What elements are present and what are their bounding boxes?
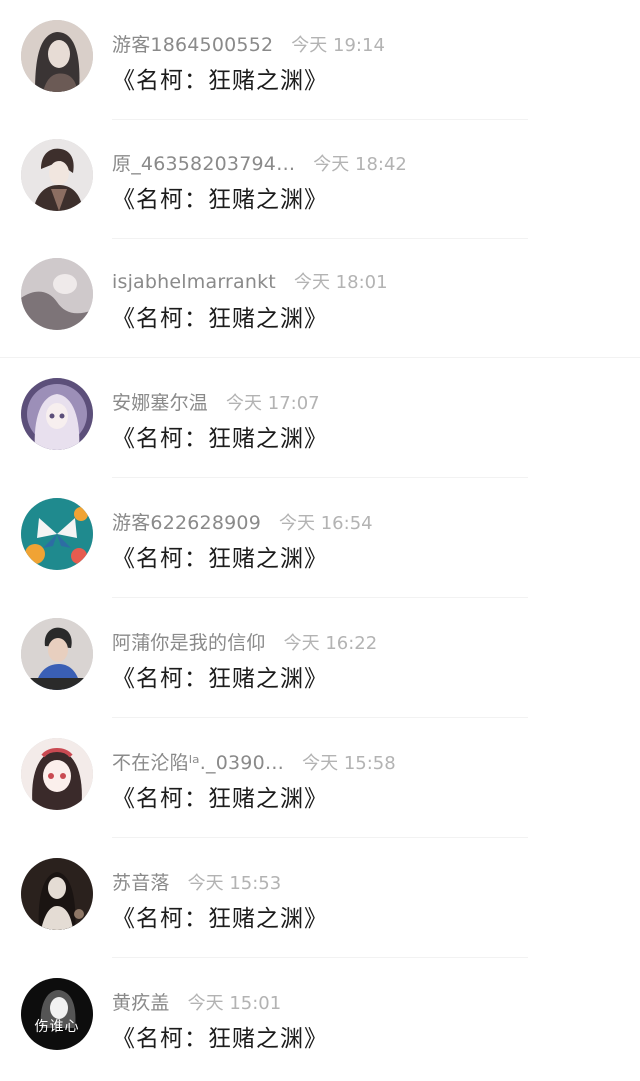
bw-portrait-icon <box>21 978 93 1050</box>
comment-text: 《名柯：狂赌之渊》 <box>112 1026 328 1052</box>
avatar[interactable] <box>21 618 93 690</box>
comment-text: 《名柯：狂赌之渊》 <box>112 426 328 452</box>
username[interactable]: 安娜塞尔温 <box>112 388 208 415</box>
username[interactable]: 不在沦陷ˡᵃ._0390… <box>112 748 284 775</box>
comment-text: 《名柯：狂赌之渊》 <box>112 68 328 94</box>
timestamp: 今天 16:54 <box>279 513 373 534</box>
timestamp: 今天 18:01 <box>293 272 388 293</box>
girl-dark-icon <box>21 858 93 930</box>
username[interactable]: 原_46358203794… <box>112 149 295 176</box>
comment-row[interactable]: 苏音落 今天 15:53 《名柯：狂赌之渊》 <box>0 841 640 961</box>
avatar[interactable] <box>21 738 93 810</box>
anime-girl-icon <box>21 378 93 450</box>
comment-row[interactable]: 伤谁心 黄疚盖 今天 15:01 《名柯：狂赌之渊》 <box>0 961 640 1081</box>
divider <box>112 119 528 120</box>
avatar[interactable] <box>21 498 93 570</box>
comment-meta: 原_46358203794… 今天 18:42 <box>112 149 407 175</box>
divider <box>112 717 528 718</box>
timestamp: 今天 15:58 <box>302 753 396 774</box>
comment-list: 游客1864500552 今天 19:14 《名柯：狂赌之渊》 原_463582… <box>0 0 640 1063</box>
comment-row[interactable]: isjabhelmarrankt 今天 18:01 《名柯：狂赌之渊》 <box>0 241 640 361</box>
comment-text: 《名柯：狂赌之渊》 <box>112 306 328 332</box>
timestamp: 今天 19:14 <box>291 35 385 56</box>
divider <box>112 597 528 598</box>
comment-row[interactable]: 原_46358203794… 今天 18:42 《名柯：狂赌之渊》 <box>0 122 640 242</box>
comment-text: 《名柯：狂赌之渊》 <box>112 786 328 812</box>
comment-text: 《名柯：狂赌之渊》 <box>112 546 328 572</box>
man-photo-icon <box>21 618 93 690</box>
comment-row[interactable]: 游客1864500552 今天 19:14 《名柯：狂赌之渊》 <box>0 3 640 123</box>
divider <box>112 837 528 838</box>
timestamp: 今天 15:53 <box>187 873 282 894</box>
comment-meta: 不在沦陷ˡᵃ._0390… 今天 15:58 <box>112 748 396 774</box>
comment-meta: 游客1864500552 今天 19:14 <box>112 30 385 56</box>
username[interactable]: 游客1864500552 <box>112 30 273 57</box>
timestamp: 今天 15:01 <box>187 993 282 1014</box>
username[interactable]: 苏音落 <box>112 868 170 895</box>
comment-row[interactable]: 不在沦陷ˡᵃ._0390… 今天 15:58 《名柯：狂赌之渊》 <box>0 721 640 841</box>
avatar[interactable] <box>21 20 93 92</box>
avatar[interactable] <box>21 378 93 450</box>
comment-row[interactable]: 安娜塞尔温 今天 17:07 《名柯：狂赌之渊》 <box>0 361 640 481</box>
grey-figure-icon <box>21 258 93 330</box>
username[interactable]: 游客622628909 <box>112 508 261 535</box>
divider <box>112 477 528 478</box>
divider <box>112 957 528 958</box>
timestamp: 今天 17:07 <box>226 393 320 414</box>
comment-meta: 黄疚盖 今天 15:01 <box>112 988 281 1014</box>
anime-girl-red-icon <box>21 738 93 810</box>
avatar[interactable] <box>21 139 93 211</box>
anime-man-icon <box>21 139 93 211</box>
divider <box>0 357 640 358</box>
username[interactable]: 阿蒲你是我的信仰 <box>112 628 266 655</box>
username[interactable]: isjabhelmarrankt <box>112 271 276 293</box>
comment-text: 《名柯：狂赌之渊》 <box>112 906 328 932</box>
comment-row[interactable]: 阿蒲你是我的信仰 今天 16:22 《名柯：狂赌之渊》 <box>0 601 640 721</box>
avatar[interactable]: 伤谁心 <box>21 978 93 1050</box>
avatar[interactable] <box>21 258 93 330</box>
comment-text: 《名柯：狂赌之渊》 <box>112 187 328 213</box>
comment-meta: isjabhelmarrankt 今天 18:01 <box>112 268 388 294</box>
timestamp: 今天 16:22 <box>283 633 378 654</box>
timestamp: 今天 18:42 <box>313 154 407 175</box>
comment-row[interactable]: 游客622628909 今天 16:54 《名柯：狂赌之渊》 <box>0 481 640 601</box>
divider <box>112 238 528 239</box>
comment-meta: 苏音落 今天 15:53 <box>112 868 281 894</box>
comment-meta: 安娜塞尔温 今天 17:07 <box>112 388 320 414</box>
avatar-label: 伤谁心 <box>34 1019 80 1035</box>
butterfly-icon <box>21 498 93 570</box>
comment-meta: 游客622628909 今天 16:54 <box>112 508 373 534</box>
comment-text: 《名柯：狂赌之渊》 <box>112 666 328 692</box>
comment-meta: 阿蒲你是我的信仰 今天 16:22 <box>112 628 377 654</box>
username[interactable]: 黄疚盖 <box>112 988 170 1015</box>
avatar[interactable] <box>21 858 93 930</box>
woman-portrait-icon <box>21 20 93 92</box>
